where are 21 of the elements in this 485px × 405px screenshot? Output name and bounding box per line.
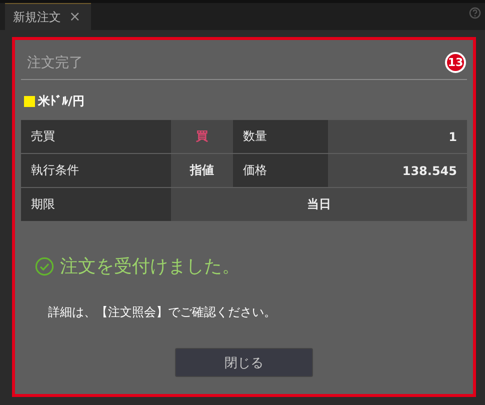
close-button[interactable]: 閉じる (175, 348, 313, 377)
field-value: 当日 (171, 188, 467, 221)
close-button[interactable]: × (69, 9, 81, 25)
field-label: 執行条件 (21, 154, 171, 187)
field-value: 買 (171, 120, 233, 153)
success-message: 注文を受付けました。 (60, 255, 240, 278)
field-label: 価格 (233, 154, 328, 187)
check-circle-icon (35, 256, 54, 276)
field-label: 期限 (21, 188, 171, 221)
field-value: 138.545 (328, 154, 467, 187)
currency-pair: 米ﾄﾞﾙ/円 (38, 93, 84, 110)
number-badge: 13 (445, 52, 466, 73)
field-label: 数量 (233, 120, 328, 153)
help-icon[interactable] (469, 7, 481, 19)
tab-label: 新規注文 (13, 8, 61, 26)
field-value: 1 (328, 120, 467, 153)
tab[interactable]: 新規注文 × (5, 3, 91, 30)
field-label: 売買 (21, 120, 171, 153)
panel-title: 注文完了 (27, 54, 83, 72)
field-value: 指値 (171, 154, 233, 187)
detail-note: 詳細は、【注文照会】でご確認ください。 (48, 304, 277, 321)
